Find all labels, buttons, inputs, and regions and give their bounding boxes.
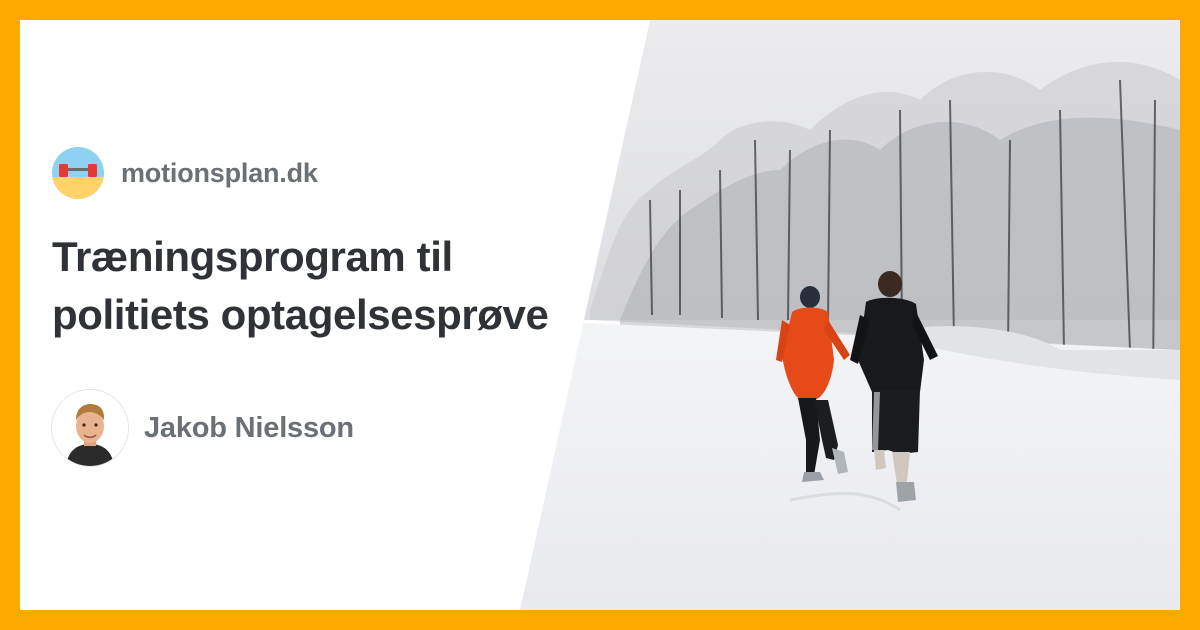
share-card: motionsplan.dk Træningsprogram til polit… (20, 20, 1180, 610)
site-name: motionsplan.dk (121, 157, 318, 188)
article-title-line1: Træningsprogram til (52, 233, 453, 280)
author-avatar-icon (52, 390, 128, 466)
article-title: Træningsprogram til politiets optagelses… (52, 228, 612, 344)
site-brand[interactable]: motionsplan.dk (52, 147, 318, 199)
author-byline[interactable]: Jakob Nielsson (52, 390, 354, 466)
beach-dumbbell-logo-icon (52, 147, 104, 199)
article-title-line2: politiets optagelsesprøve (52, 291, 549, 338)
author-name: Jakob Nielsson (144, 411, 354, 444)
